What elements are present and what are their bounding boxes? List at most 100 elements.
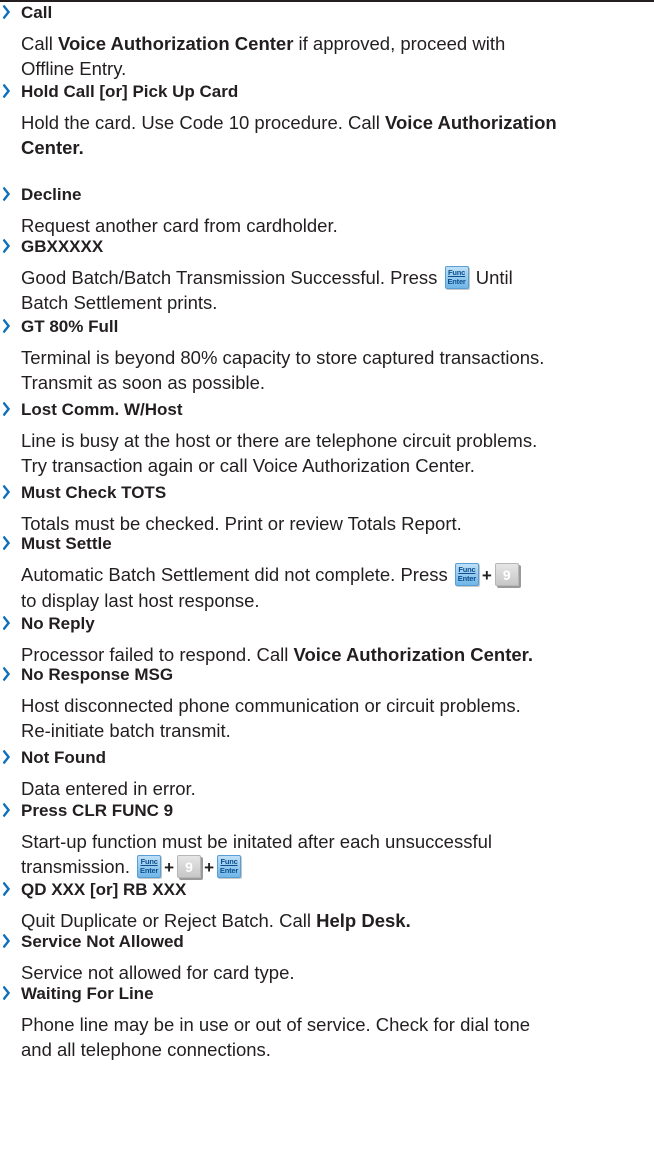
number-key-icon: 9	[494, 563, 519, 586]
message-entry-press-clr-func-9: Press CLR FUNC 9 Start-up function must b…	[0, 798, 492, 880]
description-text: Terminal is beyond 80% capacity to store…	[21, 347, 545, 368]
message-description: Line is busy at the host or there are te…	[21, 428, 537, 478]
description-text: Phone line may be in use or out of servi…	[21, 1014, 531, 1035]
description-text: Call	[21, 33, 59, 54]
description-line: Call Voice Authorization Center if appro…	[21, 31, 505, 56]
message-title-text: QD XXX [or] RB XXX	[21, 880, 187, 899]
description-line: Host disconnected phone communication or…	[21, 693, 521, 718]
message-entry-waiting-for-line: Waiting For Line Phone line may be in use…	[0, 981, 530, 1062]
description-text: Offline Entry.	[21, 58, 127, 79]
description-text: Until	[470, 267, 513, 288]
plus-sign: +	[164, 858, 175, 877]
description-text: Quit Duplicate or Reject Batch. Call	[21, 910, 317, 931]
description-line: Start-up function must be initated after…	[21, 829, 492, 854]
description-line: Hold the card. Use Code 10 procedure. Ca…	[21, 110, 557, 135]
message-entry-lost-comm-w-host: Lost Comm. W/Host Line is busy at the hos…	[0, 397, 537, 478]
message-title-text: Lost Comm. W/Host	[21, 400, 183, 419]
chevron-right-icon	[3, 319, 10, 333]
message-title-text: Press CLR FUNC 9	[21, 801, 174, 820]
description-line: Try transaction again or call Voice Auth…	[21, 453, 537, 478]
chevron-right-icon	[3, 84, 10, 98]
chevron-right-icon	[3, 667, 10, 681]
message-description: Good Batch/Batch Transmission Successful…	[21, 265, 513, 315]
chevron-right-icon	[3, 616, 10, 630]
message-description: Phone line may be in use or out of servi…	[21, 1012, 530, 1062]
description-text: Transmit as soon as possible.	[21, 372, 266, 393]
message-title: No Reply	[3, 611, 533, 639]
plus-sign: +	[481, 566, 492, 585]
func-key-label: Func	[448, 268, 466, 277]
description-text: and all telephone connections.	[21, 1039, 271, 1060]
message-entry-service-not-allowed: Service Not Allowed Service not allowed f…	[0, 929, 295, 985]
message-description: Terminal is beyond 80% capacity to store…	[21, 345, 544, 395]
description-text: if approved, proceed with	[293, 33, 506, 54]
enter-key-label: Enter	[447, 277, 466, 286]
emphasized-text: Voice Authorization	[385, 112, 557, 133]
emphasized-text: Voice Authorization Center	[58, 33, 294, 54]
chevron-right-icon	[3, 882, 10, 896]
description-text: Good Batch/Batch Transmission Successful…	[21, 267, 443, 288]
number-key-label: 9	[185, 859, 193, 875]
message-entry-hold-call-or-pick-up-card: Hold Call [or] Pick Up Card Hold the card…	[0, 79, 557, 160]
message-title-text: Decline	[21, 185, 82, 204]
chevron-right-icon	[3, 5, 10, 19]
message-title: Hold Call [or] Pick Up Card	[3, 79, 557, 107]
chevron-right-icon	[3, 402, 10, 416]
message-title-text: No Reply	[21, 614, 95, 633]
description-line: Re-initiate batch transmit.	[21, 718, 521, 743]
plus-sign: +	[204, 858, 214, 877]
message-description: Automatic Batch Settlement did not compl…	[21, 562, 521, 613]
message-description: Host disconnected phone communication or…	[21, 693, 521, 743]
enter-key-label: Enter	[219, 866, 239, 875]
description-line: Center.	[21, 135, 557, 160]
message-title: Must Settle	[3, 531, 521, 559]
chevron-right-icon	[3, 536, 10, 550]
description-text: Line is busy at the host or there are te…	[21, 430, 538, 451]
func-key-label: Func	[458, 565, 476, 574]
enter-key-label: Enter	[140, 866, 159, 875]
message-title-text: GT 80% Full	[21, 317, 119, 336]
message-description: Call Voice Authorization Center if appro…	[21, 31, 505, 81]
message-title: Call	[3, 0, 505, 28]
description-text: to display last host response.	[21, 590, 260, 611]
message-title: QD XXX [or] RB XXX	[3, 877, 411, 905]
chevron-right-icon	[3, 986, 10, 1000]
func-enter-key-icon: Func Enter	[217, 855, 241, 878]
description-text: transmission.	[21, 856, 136, 877]
description-line: Good Batch/Batch Transmission Successful…	[21, 265, 513, 290]
message-title: No Response MSG	[3, 662, 521, 690]
message-entry-must-settle: Must Settle Automatic Batch Settlement di…	[0, 531, 521, 613]
description-line: Automatic Batch Settlement did not compl…	[21, 562, 521, 588]
message-title-text: Not Found	[21, 748, 106, 767]
message-entry-must-check-tots: Must Check TOTS Totals must be checked. P…	[0, 480, 462, 536]
description-line: Line is busy at the host or there are te…	[21, 428, 537, 453]
message-title: GT 80% Full	[3, 314, 544, 342]
description-text: Try transaction again or call Voice Auth…	[21, 455, 475, 476]
chevron-right-icon	[3, 239, 10, 253]
message-entry-decline: Decline Request another card from cardhol…	[0, 182, 338, 238]
message-description: Start-up function must be initated after…	[21, 829, 492, 880]
description-line: Transmit as soon as possible.	[21, 370, 544, 395]
description-text: Automatic Batch Settlement did not compl…	[21, 564, 453, 585]
chevron-right-icon	[3, 485, 10, 499]
enter-key-label: Enter	[457, 574, 476, 583]
message-title: GBXXXXX	[3, 234, 513, 262]
chevron-right-icon	[3, 803, 10, 817]
description-line: Offline Entry.	[21, 56, 505, 81]
description-line: to display last host response.	[21, 588, 521, 613]
func-enter-key-icon: Func Enter	[444, 266, 469, 289]
chevron-right-icon	[3, 750, 10, 764]
chevron-right-icon	[3, 187, 10, 201]
emphasized-text: Center.	[21, 137, 84, 158]
message-title-text: GBXXXXX	[21, 237, 104, 256]
message-title-text: Must Settle	[21, 534, 112, 553]
chevron-right-icon	[3, 934, 10, 948]
message-title: Decline	[3, 182, 338, 210]
description-text: Host disconnected phone communication or…	[21, 695, 521, 716]
message-title: Press CLR FUNC 9	[3, 798, 492, 826]
message-title-text: Service Not Allowed	[21, 932, 184, 951]
message-title: Waiting For Line	[3, 981, 530, 1009]
message-entry-qd-xxx-or-rb-xxx: QD XXX [or] RB XXX Quit Duplicate or Reje…	[0, 877, 411, 933]
description-text: Re-initiate batch transmit.	[21, 720, 231, 741]
description-line: Terminal is beyond 80% capacity to store…	[21, 345, 544, 370]
